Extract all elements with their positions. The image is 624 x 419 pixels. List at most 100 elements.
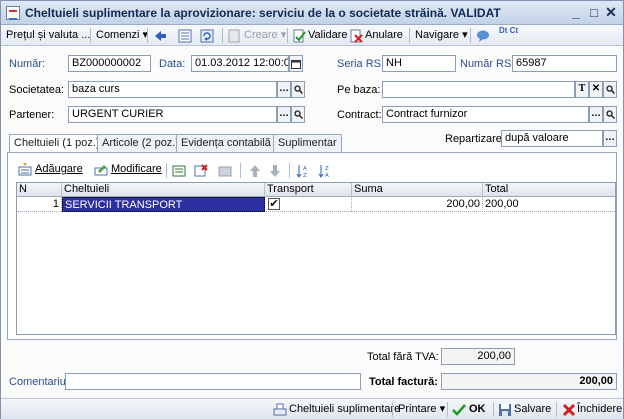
toolbar-separator	[493, 402, 494, 417]
repartizare-select-button[interactable]: …	[603, 130, 617, 147]
repartizare-field[interactable]: după valoare	[501, 130, 603, 147]
toolbar-separator	[90, 28, 91, 43]
pe-baza-label: Pe baza:	[337, 84, 381, 96]
main-toolbar: Prețul și valuta ... Comenzi ▾ Creare ▾ …	[1, 25, 623, 46]
text-type-button[interactable]: T	[575, 81, 589, 98]
checkmark-icon	[452, 404, 466, 416]
toolbar-separator	[447, 402, 448, 417]
speech-bubble-icon	[477, 30, 489, 42]
navigation-menu-button[interactable]: Navigare ▾	[415, 27, 468, 44]
dt-ct-icon: Dt Ct	[499, 26, 519, 35]
toolbar-separator	[392, 402, 393, 417]
column-header-transport[interactable]: Transport	[265, 183, 352, 197]
navigation-label: Navigare	[415, 29, 460, 41]
calendar-button[interactable]	[289, 55, 303, 72]
company-field[interactable]: baza curs	[68, 81, 277, 98]
seria-rs-label: Seria RS:	[337, 58, 385, 70]
cell-suma[interactable]: 200,00	[352, 197, 483, 212]
tab-articole[interactable]: Articole (2 poz.)	[97, 134, 185, 152]
price-currency-button[interactable]: Prețul și valuta ...	[6, 27, 90, 44]
minimize-button[interactable]: _	[567, 4, 585, 21]
date-field[interactable]: 01.03.2012 12:00:00	[191, 55, 289, 72]
cell-cheltuieli[interactable]: SERVICII TRANSPORT	[62, 197, 265, 212]
magnifier-icon	[293, 110, 303, 120]
cancel-document-icon	[350, 29, 363, 43]
move-up-icon[interactable]	[248, 164, 262, 178]
cell-transport[interactable]: ✔	[265, 197, 352, 212]
cancel-validation-button[interactable]: Anulare	[349, 27, 403, 44]
create-based-on-button[interactable]: Creare ▾	[227, 27, 286, 44]
pe-baza-field[interactable]	[382, 81, 575, 98]
cancel-label: Anulare	[365, 29, 403, 41]
ok-button[interactable]: OK	[452, 401, 486, 418]
list-document-icon	[178, 29, 192, 43]
company-select-button[interactable]: …	[277, 81, 291, 98]
close-window-button[interactable]: ✕	[602, 4, 620, 21]
create-label: Creare	[244, 29, 278, 41]
modify-button[interactable]: Modificare	[94, 161, 162, 178]
move-down-icon[interactable]	[268, 164, 282, 178]
svg-text:A: A	[325, 173, 329, 178]
contract-open-button[interactable]	[603, 106, 617, 123]
toolbar-separator	[470, 28, 471, 43]
date-label: Data:	[159, 58, 186, 70]
tab-cheltuieli[interactable]: Cheltuieli (1 poz.)	[9, 134, 105, 153]
toolbar-separator	[147, 28, 148, 43]
svg-text:Z: Z	[325, 166, 329, 172]
dt-ct-posting-button[interactable]: Dt Ct	[499, 27, 518, 44]
tab-evidenta-contabila[interactable]: Evidența contabilă	[176, 134, 276, 152]
column-header-n[interactable]: N	[17, 183, 62, 197]
seria-rs-field[interactable]: NH	[382, 55, 456, 72]
total-factura-value: 200,00	[441, 373, 617, 390]
numar-rs-field[interactable]: 65987	[512, 55, 617, 72]
clear-pe-baza-button[interactable]: ✕	[589, 81, 603, 98]
contract-select-button[interactable]: …	[589, 106, 603, 123]
maximize-button[interactable]: □	[585, 4, 603, 21]
extra-costs-button[interactable]: Cheltuieli suplimentare	[273, 401, 400, 418]
tab-suplimentar[interactable]: Suplimentar	[273, 134, 342, 152]
toolbar-separator	[222, 28, 223, 43]
commands-menu-button[interactable]: Comenzi ▾	[96, 27, 148, 44]
end-edit-icon[interactable]	[218, 164, 232, 178]
add-row-icon	[18, 163, 32, 176]
column-header-total[interactable]: Total	[483, 183, 615, 197]
transport-checkbox[interactable]: ✔	[268, 198, 280, 210]
partner-open-button[interactable]	[291, 106, 305, 123]
column-header-suma[interactable]: Suma	[352, 183, 483, 197]
svg-text:Z: Z	[303, 173, 307, 178]
print-menu-button[interactable]: Printare ▾	[398, 401, 445, 418]
table-header: N Cheltuieli Transport Suma Total	[17, 183, 615, 197]
copy-row-icon[interactable]	[172, 164, 186, 178]
company-open-button[interactable]	[291, 81, 305, 98]
delete-row-icon[interactable]	[194, 164, 208, 178]
total-factura-label: Total factură:	[369, 376, 438, 388]
magnifier-icon	[605, 110, 615, 120]
close-icon	[562, 403, 576, 417]
sort-descending-icon[interactable]: ZA	[318, 164, 332, 178]
column-header-cheltuieli[interactable]: Cheltuieli	[62, 183, 265, 197]
comment-field[interactable]	[65, 373, 361, 390]
partner-field[interactable]: URGENT CURIER	[68, 106, 277, 123]
close-button[interactable]: Închidere	[562, 401, 622, 418]
refresh-icon	[200, 29, 214, 43]
contract-field[interactable]: Contract furnizor	[382, 106, 589, 123]
toolbar-separator	[166, 163, 167, 178]
ellipsis-icon: …	[279, 83, 289, 94]
comment-label: Comentariu:	[9, 376, 69, 388]
add-button[interactable]: Adăugare	[18, 161, 83, 178]
sort-ascending-icon[interactable]: AZ	[296, 164, 310, 178]
extra-costs-label: Cheltuieli suplimentare	[289, 403, 401, 415]
number-label: Număr:	[9, 58, 46, 70]
cell-total[interactable]: 200,00	[483, 197, 615, 212]
validate-label: Validare	[308, 29, 348, 41]
number-field[interactable]: BZ000000002	[68, 55, 151, 72]
save-button[interactable]: Salvare	[498, 401, 551, 418]
chevron-down-icon: ▾	[462, 29, 468, 41]
validate-button[interactable]: Validare	[292, 27, 348, 44]
cell-n[interactable]: 1	[17, 197, 62, 212]
chevron-down-icon: ▾	[280, 29, 287, 41]
table-row[interactable]: 1 SERVICII TRANSPORT ✔ 200,00 200,00	[17, 197, 615, 212]
contract-label: Contract:	[337, 109, 382, 121]
partner-select-button[interactable]: …	[277, 106, 291, 123]
open-pe-baza-button[interactable]	[603, 81, 617, 98]
